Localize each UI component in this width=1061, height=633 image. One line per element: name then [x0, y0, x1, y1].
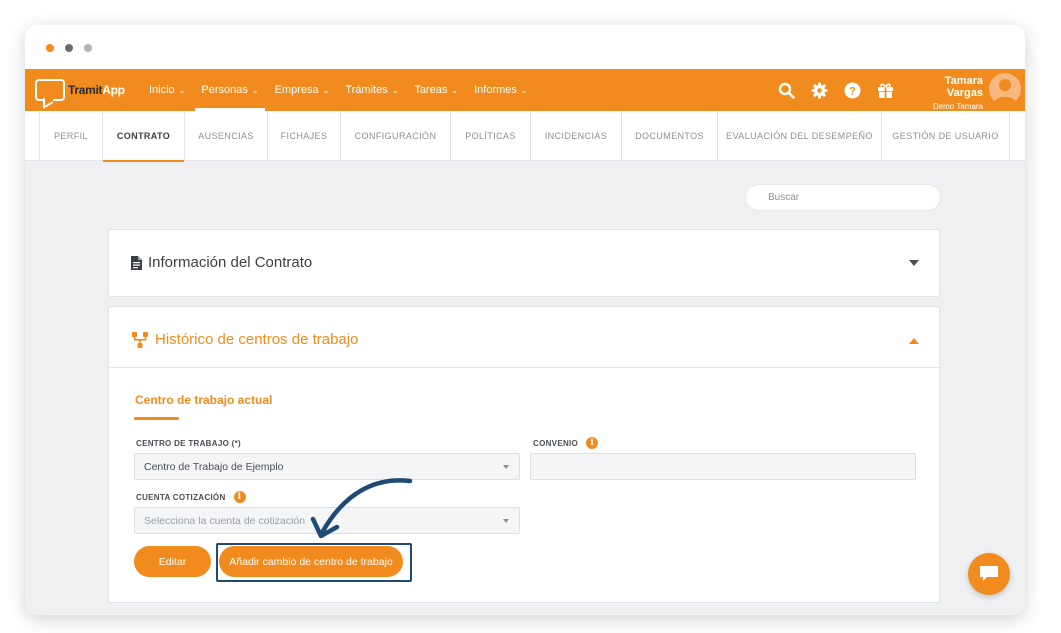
avatar[interactable]	[989, 73, 1021, 105]
info-icon[interactable]: i	[233, 491, 246, 503]
user-company: Demo Tamara	[932, 102, 983, 111]
tab-evaluacion-desempeno[interactable]: EVALUACIÓN DEL DESEMPEÑO	[717, 111, 881, 161]
tab-documentos[interactable]: DOCUMENTOS	[621, 111, 717, 161]
menu-item-personas[interactable]: Personas ⌄	[193, 69, 266, 111]
window-close-dot[interactable]	[46, 44, 54, 52]
chat-bubble-icon	[980, 566, 998, 581]
tab-perfil[interactable]: PERFIL	[39, 111, 102, 161]
app-window: TramitApp Inicio ⌄ Personas ⌄ Empresa ⌄ Trá…	[25, 25, 1025, 615]
logo-text-part2: App	[102, 83, 125, 97]
chevron-down-icon: ⌄	[451, 85, 459, 95]
tab-configuracion[interactable]: CONFIGURACIÓN	[340, 111, 450, 161]
logo-text-part1: Tramit	[68, 83, 103, 97]
help-icon[interactable]: ?	[843, 81, 861, 99]
tab-politicas[interactable]: POLÍTICAS	[450, 111, 530, 161]
menu-item-inicio[interactable]: Inicio ⌄	[141, 69, 193, 111]
tab-contrato[interactable]: CONTRATO	[102, 111, 184, 162]
current-workplace-title: Centro de trabajo actual	[135, 393, 273, 407]
workplace-history-title: Histórico de centros de trabajo	[155, 331, 359, 348]
chevron-down-icon: ⌄	[391, 85, 399, 95]
caret-up-icon[interactable]	[909, 338, 919, 344]
speech-bubble-icon	[35, 79, 65, 101]
dropdown-arrow-icon	[503, 465, 509, 469]
tab-ausencias[interactable]: AUSENCIAS	[184, 111, 267, 161]
info-icon[interactable]: i	[586, 437, 599, 449]
chevron-down-icon: ⌄	[178, 85, 186, 95]
workplace-label: CENTRO DE TRABAJO (*)	[136, 439, 241, 448]
search-input[interactable]: Buscar	[745, 184, 941, 211]
annotation-arrow	[310, 478, 413, 539]
tramitapp-logo[interactable]: TramitApp	[35, 76, 125, 104]
gift-icon[interactable]	[876, 81, 894, 99]
tab-fichajes[interactable]: FICHAJES	[267, 111, 340, 161]
edit-button[interactable]: Editar	[134, 546, 211, 577]
section-underline	[134, 417, 179, 420]
gear-icon[interactable]	[810, 81, 828, 99]
window-maximize-dot[interactable]	[84, 44, 92, 52]
window-minimize-dot[interactable]	[65, 44, 73, 52]
tab-incidencias[interactable]: INCIDENCIAS	[530, 111, 621, 161]
workplace-history-panel: Histórico de centros de trabajo Centro d…	[108, 306, 940, 603]
contribution-account-label: CUENTA COTIZACIÓN i	[136, 491, 246, 503]
chat-button[interactable]	[968, 553, 1010, 595]
top-navigation-bar: TramitApp Inicio ⌄ Personas ⌄ Empresa ⌄ Trá…	[25, 69, 1025, 111]
menu-item-informes[interactable]: Informes ⌄	[466, 69, 536, 111]
search-icon[interactable]	[777, 81, 795, 99]
chevron-down-icon: ⌄	[520, 85, 528, 95]
menu-item-tareas[interactable]: Tareas ⌄	[406, 69, 466, 111]
top-icons: ?	[777, 69, 894, 111]
chevron-down-icon: ⌄	[322, 85, 330, 95]
contract-info-title: Información del Contrato	[148, 254, 313, 271]
tab-gestion-usuario[interactable]: GESTIÓN DE USUARIO	[881, 111, 1010, 161]
menu-item-empresa[interactable]: Empresa ⌄	[267, 69, 338, 111]
chevron-down-icon: ⌄	[251, 85, 259, 95]
profile-tabs: PERFIL CONTRATO AUSENCIAS FICHAJES CONFI…	[25, 111, 1025, 162]
caret-down-icon[interactable]	[909, 260, 919, 266]
agreement-field[interactable]	[530, 453, 916, 480]
contract-info-panel[interactable]: Información del Contrato	[108, 229, 940, 297]
dropdown-arrow-icon	[503, 519, 509, 523]
sitemap-icon	[132, 331, 148, 348]
svg-text:?: ?	[849, 85, 856, 97]
window-titlebar	[25, 25, 1025, 69]
workplace-history-header[interactable]: Histórico de centros de trabajo	[109, 307, 939, 368]
main-menu: Inicio ⌄ Personas ⌄ Empresa ⌄ Trámites ⌄ Tar…	[141, 69, 536, 111]
menu-item-tramites[interactable]: Trámites ⌄	[337, 69, 406, 111]
document-icon	[131, 255, 142, 270]
annotation-highlight-box	[216, 543, 412, 582]
agreement-label: CONVENIO i	[533, 437, 599, 449]
user-menu[interactable]: Tamara Vargas Demo Tamara	[910, 75, 983, 111]
user-name: Tamara Vargas	[944, 75, 983, 99]
